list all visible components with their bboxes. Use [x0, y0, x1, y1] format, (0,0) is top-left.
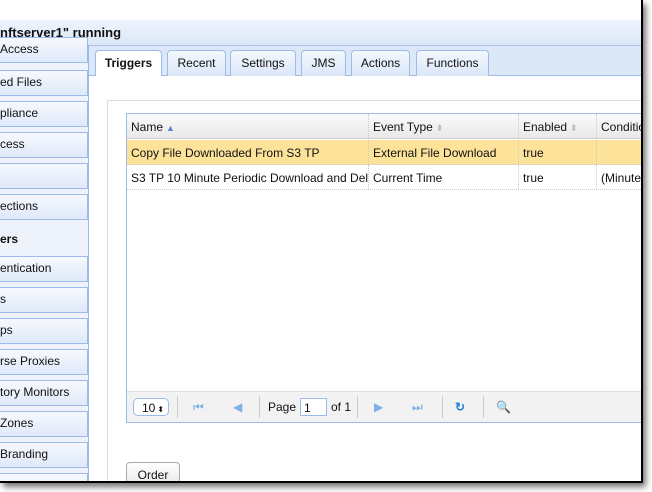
tab-actions[interactable]: Actions	[351, 50, 410, 76]
sidebar-item[interactable]: cess	[0, 132, 88, 158]
sidebar-item[interactable]: Zones	[0, 411, 88, 437]
first-page-icon[interactable]: ⏮	[193, 400, 204, 415]
column-label: Name	[131, 120, 164, 134]
sort-ascending-icon: ▲	[166, 123, 175, 133]
sidebar-section-header: ers	[0, 232, 19, 246]
order-button[interactable]: Order	[126, 462, 180, 481]
tab-triggers[interactable]: Triggers	[95, 50, 162, 77]
sidebar-item[interactable]: s	[0, 287, 88, 313]
divider	[483, 396, 484, 418]
page-size-value: 10	[142, 401, 156, 415]
sidebar-item[interactable]	[0, 163, 88, 189]
cell-name: S3 TP 10 Minute Periodic Download and De…	[127, 165, 369, 189]
sidebar-item[interactable]: ed Files	[0, 70, 88, 96]
sidebar-item[interactable]: entication	[0, 256, 88, 282]
sort-icon: ⬍	[570, 123, 578, 133]
column-label: Enabled	[523, 120, 568, 134]
divider	[177, 396, 178, 418]
pager: 10 ⬍ ⏮ ◀ Page 1 of 1 ▶ ⏭ ↻ 🔍	[127, 391, 641, 422]
column-header-enabled[interactable]: Enabled ⬍	[519, 114, 597, 138]
server-status-title: nftserver1" running	[0, 20, 641, 46]
updown-icon: ⬍	[157, 405, 165, 414]
table-row[interactable]: S3 TP 10 Minute Periodic Download and De…	[127, 165, 642, 190]
cell-condition: (Minute	[601, 171, 642, 185]
triggers-grid: Name ▲ Event Type ⬍ Enabled ⬍ Conditio Copy…	[126, 113, 642, 423]
cell-name: Copy File Downloaded From S3 TP	[127, 140, 369, 164]
sidebar-item[interactable]: tory Monitors	[0, 380, 88, 406]
last-page-icon[interactable]: ⏭	[412, 400, 423, 415]
cell-event-type: Current Time	[369, 165, 519, 189]
table-row[interactable]: Copy File Downloaded From S3 TP External…	[127, 140, 641, 165]
sidebar-item[interactable]: ps	[0, 318, 88, 344]
page-size-select[interactable]: 10 ⬍	[133, 398, 169, 416]
tab-settings[interactable]: Settings	[230, 50, 296, 76]
grid-header: Name ▲ Event Type ⬍ Enabled ⬍ Conditio	[127, 114, 641, 139]
window: nftserver1" running Access ed Files plia…	[0, 0, 643, 483]
sidebar-item[interactable]	[0, 473, 88, 481]
page-label: Page	[268, 400, 297, 414]
cell-enabled: true	[519, 140, 597, 164]
sidebar-item[interactable]: pliance	[0, 101, 88, 127]
triggers-panel: Name ▲ Event Type ⬍ Enabled ⬍ Conditio Copy…	[88, 76, 642, 481]
divider	[357, 396, 358, 418]
sidebar-item[interactable]: ections	[0, 194, 88, 220]
sidebar-item[interactable]: rse Proxies	[0, 349, 88, 375]
cell-event-type: External File Download	[369, 140, 519, 164]
page-count: of 1	[331, 400, 352, 414]
tab-recent[interactable]: Recent	[167, 50, 226, 76]
prev-page-icon[interactable]: ◀	[233, 400, 242, 414]
search-icon[interactable]: 🔍	[496, 400, 511, 414]
tab-jms[interactable]: JMS	[301, 50, 346, 76]
tab-strip: Triggers Recent Settings JMS Actions Fun…	[88, 46, 641, 77]
column-header-name[interactable]: Name ▲	[127, 114, 369, 138]
tab-functions[interactable]: Functions	[416, 50, 489, 76]
sidebar: Access ed Files pliance cess ections ers…	[0, 37, 88, 481]
divider	[259, 396, 260, 418]
sort-icon: ⬍	[435, 123, 444, 133]
cell-condition	[597, 140, 641, 164]
sidebar-item[interactable]: Branding	[0, 442, 88, 468]
sidebar-item[interactable]: Access	[0, 37, 88, 63]
refresh-icon[interactable]: ↻	[455, 400, 465, 414]
cell-enabled: true	[519, 165, 597, 189]
column-label: Event Type	[373, 120, 433, 134]
column-header-condition[interactable]: Conditio	[597, 114, 641, 138]
column-header-event-type[interactable]: Event Type ⬍	[369, 114, 519, 138]
next-page-icon[interactable]: ▶	[374, 400, 383, 414]
page-input[interactable]: 1	[300, 398, 327, 416]
divider	[442, 396, 443, 418]
